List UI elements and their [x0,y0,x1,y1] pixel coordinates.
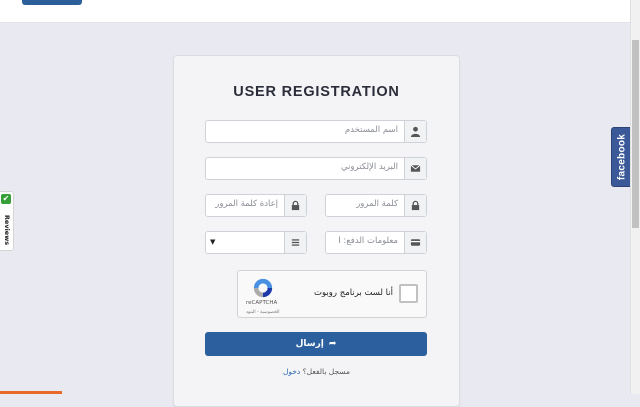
top-bar [0,0,630,23]
password-field[interactable]: كلمة المرور [325,194,427,217]
payment-placeholder: معلومات الدفع: I [338,236,398,246]
recaptcha-label: أنا لست برنامج روبوت [314,288,393,298]
email-placeholder: البريد الإلكتروني [340,162,398,172]
recaptcha-brand: reCAPTCHA [246,300,278,306]
password-placeholder: كلمة المرور [356,199,398,209]
login-link[interactable]: دخول [283,367,300,376]
username-field[interactable]: اسم المستخدم [205,120,427,143]
username-placeholder: اسم المستخدم [344,125,398,135]
login-prompt: مسجل بالفعل؟ دخول [174,367,459,376]
recaptcha-checkbox[interactable] [399,284,418,303]
page-title: USER REGISTRATION [233,84,400,100]
scrollbar-thumb[interactable] [632,40,639,228]
user-icon [404,121,426,142]
credit-card-icon [404,232,426,253]
payment-info-field[interactable]: معلومات الدفع: I [325,231,427,254]
reviews-label: Reviews [2,214,11,246]
confirm-password-field[interactable]: إعادة كلمة المرور [205,194,307,217]
recaptcha-widget: أنا لست برنامج روبوت reCAPTCHA الخصوصية … [237,270,427,318]
recaptcha-logo-icon [253,278,273,298]
lock-icon [404,195,426,216]
confirm-password-placeholder: إعادة كلمة المرور [215,199,278,209]
reviews-side-tab[interactable]: ✔ Reviews [0,191,14,251]
submit-button[interactable]: ➦ إرسال [205,332,427,356]
checkmark-icon: ✔ [1,194,11,204]
share-arrow-icon: ➦ [328,339,337,349]
top-tab-indicator[interactable] [22,0,82,5]
envelope-icon [404,158,426,179]
email-field[interactable]: البريد الإلكتروني [205,157,427,180]
facebook-label: facebook [616,133,627,181]
recaptcha-links[interactable]: الخصوصية - البنود [246,310,280,315]
facebook-side-tab[interactable]: facebook [611,127,632,187]
payment-method-select[interactable]: ▼ [205,231,307,254]
login-prompt-text: مسجل بالفعل؟ [302,367,351,376]
lock-icon [284,195,306,216]
dropdown-arrow-icon: ▼ [210,238,216,246]
submit-label: إرسال [295,339,324,349]
list-icon [284,232,306,253]
vertical-scrollbar[interactable] [630,0,640,394]
registration-card: USER REGISTRATION اسم المستخدم البريد ال… [173,55,460,407]
